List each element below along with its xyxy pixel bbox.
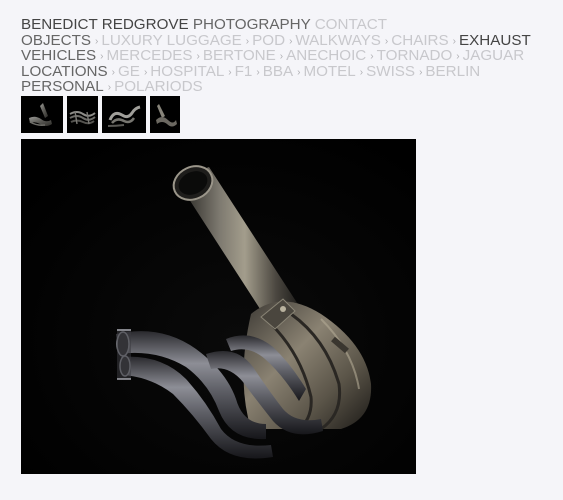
nav-polaroids[interactable]: POLARIODS	[114, 78, 203, 95]
nav-motel[interactable]: MOTEL	[303, 63, 355, 80]
thumbnail-exhaust-2[interactable]	[67, 96, 98, 133]
nav-exhaust[interactable]: EXHAUST	[459, 32, 531, 49]
chevron-right-icon: ›	[245, 35, 250, 47]
photography-link[interactable]: PHOTOGRAPHY	[193, 16, 311, 33]
chevron-right-icon: ›	[370, 51, 374, 62]
chevron-right-icon: ›	[419, 66, 423, 78]
chevron-right-icon: ›	[95, 35, 99, 47]
vehicles-row: VEHICLES › MERCEDES › BERTONE › ANECHOIC › TORNA…	[21, 48, 556, 64]
nav-berlin[interactable]: BERLIN	[425, 63, 480, 80]
thumbnail-exhaust-1[interactable]	[21, 96, 63, 133]
chevron-right-icon: ›	[143, 66, 148, 78]
nav-locations[interactable]: LOCATIONS	[21, 63, 108, 80]
nav-luxury-luggage[interactable]: LUXURY LUGGAGE	[101, 32, 241, 49]
nav-hospital[interactable]: HOSPITAL	[150, 63, 224, 80]
site-navigation: BENEDICT REDGROVE PHOTOGRAPHY CONTACT OB…	[21, 17, 556, 95]
nav-objects[interactable]: OBJECTS	[21, 32, 91, 49]
header-row: BENEDICT REDGROVE PHOTOGRAPHY CONTACT	[21, 17, 556, 33]
thumbnail-exhaust-4[interactable]	[150, 96, 180, 133]
chevron-right-icon: ›	[196, 51, 200, 62]
nav-walkways[interactable]: WALKWAYS	[295, 32, 381, 49]
chevron-right-icon: ›	[289, 35, 293, 47]
locations-row: LOCATIONS › GE › HOSPITAL › F1 › BBA › MOTEL › SWISS…	[21, 63, 556, 80]
chevron-right-icon: ›	[359, 66, 364, 78]
thumbnail-exhaust-3[interactable]	[102, 96, 146, 133]
chevron-right-icon: ›	[452, 35, 456, 47]
contact-link[interactable]: CONTACT	[315, 16, 387, 33]
nav-chairs[interactable]: CHAIRS	[391, 32, 448, 49]
nav-personal[interactable]: PERSONAL	[21, 78, 104, 95]
chevron-right-icon: ›	[111, 66, 115, 78]
nav-bba[interactable]: BBA	[263, 63, 293, 80]
chevron-right-icon: ›	[228, 66, 232, 78]
nav-anechoic[interactable]: ANECHOIC	[286, 47, 366, 64]
chevron-right-icon: ›	[279, 51, 284, 62]
chevron-right-icon: ›	[297, 66, 301, 78]
objects-row: OBJECTS › LUXURY LUGGAGE › POD › WALKWAYS › CHAI…	[21, 32, 556, 49]
chevron-right-icon: ›	[456, 51, 460, 62]
nav-vehicles[interactable]: VEHICLES	[21, 47, 96, 64]
nav-tornado[interactable]: TORNADO	[377, 47, 453, 64]
chevron-right-icon: ›	[256, 66, 260, 78]
nav-mercedes[interactable]: MERCEDES	[106, 47, 192, 64]
chevron-right-icon: ›	[100, 51, 104, 62]
chevron-right-icon: ›	[384, 35, 389, 47]
site-title-link[interactable]: BENEDICT REDGROVE	[21, 16, 189, 33]
chevron-right-icon: ›	[107, 82, 112, 93]
nav-bertone[interactable]: BERTONE	[203, 47, 276, 64]
nav-swiss[interactable]: SWISS	[366, 63, 415, 80]
nav-jaguar[interactable]: JAGUAR	[463, 47, 525, 64]
nav-ge[interactable]: GE	[118, 63, 140, 80]
nav-pod[interactable]: POD	[252, 32, 285, 49]
main-photo	[21, 139, 416, 474]
personal-row: PERSONAL › POLARIODS	[21, 79, 556, 95]
nav-f1[interactable]: F1	[235, 63, 253, 80]
